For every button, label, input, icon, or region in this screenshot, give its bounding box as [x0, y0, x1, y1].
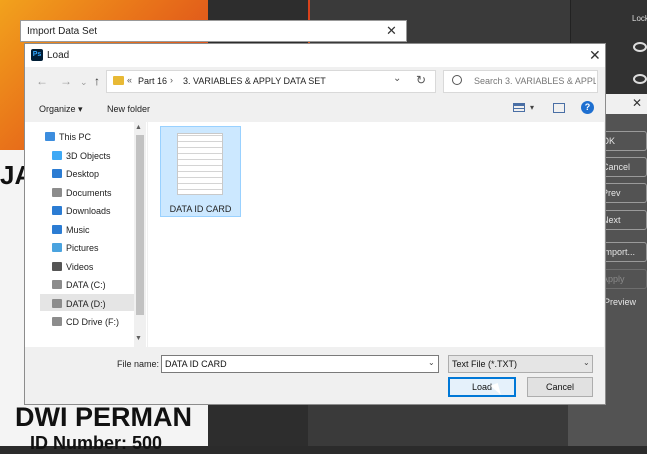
- view-options-icon[interactable]: [513, 103, 525, 112]
- computer-icon: [45, 132, 55, 141]
- dialog-title: Load: [47, 50, 70, 61]
- drive-icon: [52, 299, 62, 308]
- breadcrumb-part16[interactable]: Part 16: [138, 76, 167, 86]
- scroll-down-icon[interactable]: ▼: [135, 335, 142, 342]
- chevron-right-icon[interactable]: ›: [170, 75, 173, 85]
- sidebar-item-label: Desktop: [66, 169, 100, 179]
- breadcrumb-current-folder[interactable]: 3. VARIABLES & APPLY DATA SET: [183, 76, 326, 86]
- document-icon: [52, 188, 62, 197]
- sidebar-item-label: Downloads: [66, 206, 111, 216]
- nav-scrollbar-thumb[interactable]: [136, 135, 144, 315]
- folder-icon: [113, 76, 124, 85]
- sidebar-item-label: 3D Objects: [66, 151, 111, 161]
- cancel-button[interactable]: Cancel: [527, 377, 593, 397]
- refresh-icon[interactable]: ↻: [416, 73, 426, 87]
- artwork-name-text: DWI PERMAN: [15, 402, 192, 432]
- layers-lock-label: Lock: [632, 14, 647, 23]
- scroll-up-icon[interactable]: ▲: [135, 124, 142, 131]
- sidebar-item-label: CD Drive (F:): [66, 317, 119, 327]
- photoshop-icon: Ps: [31, 49, 43, 61]
- close-icon[interactable]: ✕: [589, 47, 601, 64]
- file-name-label: File name:: [117, 359, 160, 369]
- text-document-icon: [177, 133, 223, 195]
- cube-icon: [52, 151, 62, 160]
- close-icon[interactable]: ✕: [632, 96, 642, 110]
- artwork-id-text: ID Number: 500: [30, 433, 163, 453]
- video-icon: [52, 262, 62, 271]
- help-icon[interactable]: ?: [581, 101, 594, 114]
- sidebar-item-label: Videos: [66, 262, 94, 272]
- download-icon: [52, 206, 62, 215]
- preview-checkbox-label[interactable]: Preview: [604, 297, 636, 307]
- desktop-icon: [52, 169, 62, 178]
- picture-icon: [52, 243, 62, 252]
- close-icon[interactable]: ✕: [386, 23, 397, 39]
- sidebar-item-label: Documents: [66, 188, 112, 198]
- chevron-down-icon[interactable]: ⌄: [393, 73, 401, 84]
- chevron-right-icon[interactable]: «: [127, 75, 132, 85]
- preview-pane-icon[interactable]: [553, 103, 565, 113]
- up-arrow-icon[interactable]: ↑: [94, 74, 100, 88]
- load-titlebar: [25, 44, 605, 67]
- recent-locations-icon[interactable]: ⌄: [80, 77, 88, 88]
- back-arrow-icon[interactable]: ←: [36, 74, 48, 88]
- eye-icon[interactable]: [633, 42, 647, 52]
- organize-menu[interactable]: Organize ▾: [39, 104, 83, 115]
- import-data-set-title: Import Data Set: [27, 26, 98, 37]
- file-name-value[interactable]: DATA ID CARD: [165, 359, 227, 369]
- chevron-down-icon[interactable]: ⌄: [583, 358, 590, 367]
- sidebar-item-label: Pictures: [66, 243, 99, 253]
- load-button[interactable]: Load: [448, 377, 516, 397]
- sidebar-item-label: DATA (D:): [66, 299, 106, 309]
- cd-drive-icon: [52, 317, 62, 326]
- sidebar-item-label: This PC: [59, 132, 92, 142]
- sidebar-item-label: Music: [66, 225, 90, 235]
- search-placeholder[interactable]: Search 3. VARIABLES & APPL...: [474, 76, 596, 86]
- forward-arrow-icon[interactable]: →: [60, 74, 72, 88]
- file-type-value[interactable]: Text File (*.TXT): [452, 359, 517, 369]
- eye-icon[interactable]: [633, 74, 647, 84]
- sidebar-item-label: DATA (C:): [66, 280, 106, 290]
- search-icon: [452, 75, 462, 85]
- music-icon: [52, 225, 62, 234]
- file-item-label: DATA ID CARD: [169, 204, 232, 214]
- drive-icon: [52, 280, 62, 289]
- chevron-down-icon[interactable]: ▾: [530, 103, 534, 112]
- new-folder-button[interactable]: New folder: [107, 104, 150, 114]
- chevron-down-icon[interactable]: ⌄: [428, 358, 435, 367]
